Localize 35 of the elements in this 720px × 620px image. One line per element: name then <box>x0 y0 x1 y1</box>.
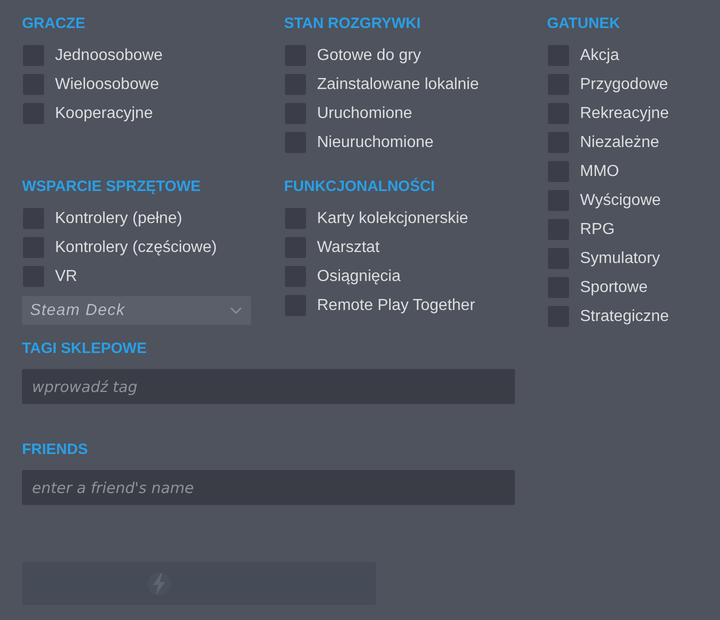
checkbox-label: Akcja <box>580 46 620 64</box>
checkbox-label: Jednoosobowe <box>55 46 163 64</box>
checkbox-label: Zainstalowane lokalnie <box>317 76 479 94</box>
checkbox-label: Rekreacyjne <box>580 104 669 122</box>
checkbox-label: Strategiczne <box>580 308 669 326</box>
checkbox-label: Symulatory <box>580 250 660 268</box>
section-heading: TAGI SKLEPOWE <box>22 339 147 359</box>
checkbox-label: Remote Play Together <box>317 296 476 314</box>
checkbox-label: Nieuruchomione <box>317 134 434 152</box>
checkbox-label: Sportowe <box>580 278 648 296</box>
friend-input-field[interactable]: enter a friend's name <box>22 470 515 505</box>
checkbox-label: Wieloosobowe <box>55 76 160 94</box>
section-heading: GATUNEK <box>547 14 622 34</box>
section-heading: FRIENDS <box>22 440 88 460</box>
checkbox-label: Wyścigowe <box>580 192 661 210</box>
checkbox-label: Warsztat <box>317 238 380 256</box>
tag-input-field[interactable]: wprowadź tag <box>22 369 515 404</box>
checkbox-label: Kooperacyjne <box>55 104 153 122</box>
checkbox-label: Kontrolery (częściowe) <box>55 238 217 256</box>
checkbox-label: VR <box>55 268 78 286</box>
checkbox-label: Gotowe do gry <box>317 46 422 64</box>
checkbox-label: Karty kolekcjonerskie <box>317 210 468 228</box>
checkbox-label: Uruchomione <box>317 104 412 122</box>
checkbox-label: MMO <box>580 162 620 180</box>
checkbox-label: Kontrolery (pełne) <box>55 210 182 228</box>
checkbox-label: Osiągnięcia <box>317 268 401 286</box>
chevron-icon <box>230 307 242 314</box>
checkbox-label: Przygodowe <box>580 76 668 94</box>
checkbox-label: RPG <box>580 220 615 238</box>
checkbox-label: Niezależne <box>580 134 660 152</box>
section-heading: GRACZE <box>22 14 86 34</box>
section-heading: STAN ROZGRYWKI <box>284 14 422 34</box>
section-heading: FUNKCJONALNOŚCI <box>284 177 436 197</box>
section-heading: WSPARCIE SPRZĘTOWE <box>22 177 202 197</box>
device-dropdown[interactable]: Steam Deck <box>22 296 251 325</box>
